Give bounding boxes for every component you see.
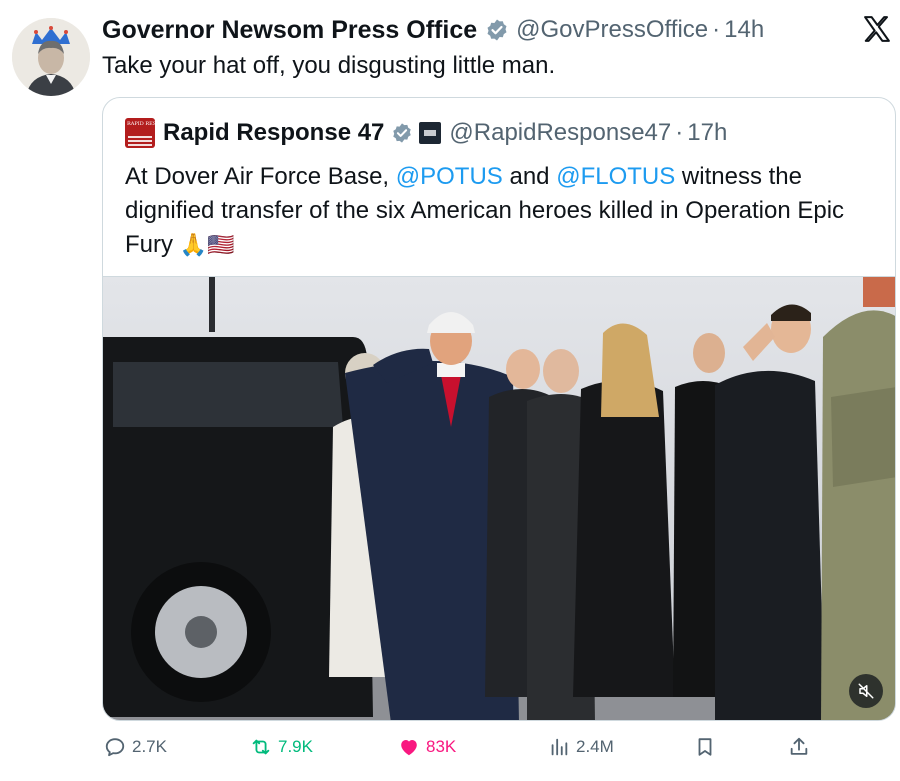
x-logo-icon[interactable] <box>862 14 892 44</box>
reply-icon <box>105 738 125 757</box>
tweet-text: Take your hat off, you disgusting little… <box>102 52 556 79</box>
views-button[interactable]: 2.4M <box>548 732 614 762</box>
views-icon <box>551 738 568 756</box>
quoted-tweet-time[interactable]: 17h <box>687 119 727 147</box>
tweet-action-bar: 2.7K 7.9K 83K 2.4M <box>102 732 896 762</box>
quoted-author-avatar[interactable]: RAPID RESPONSE <box>125 118 155 148</box>
video-media[interactable] <box>103 276 895 720</box>
avatar-portrait-image <box>12 18 90 96</box>
view-count: 2.4M <box>576 737 614 756</box>
like-heart-icon <box>401 739 417 756</box>
verified-badge-icon <box>393 123 412 143</box>
author-name[interactable]: Governor Newsom Press Office <box>102 16 477 45</box>
mention-flotus-link[interactable]: @FLOTUS <box>556 163 675 190</box>
header-separator: · <box>712 16 721 43</box>
reply-button[interactable]: 2.7K <box>104 732 167 762</box>
author-avatar[interactable] <box>12 18 90 96</box>
affiliation-badge-icon[interactable] <box>419 122 442 144</box>
share-icon <box>790 737 808 755</box>
quoted-tweet-card[interactable]: RAPID RESPONSE Rapid Response 47 @RapidR… <box>102 97 896 721</box>
mute-toggle-button[interactable] <box>849 674 883 708</box>
verified-badge-icon <box>487 19 507 41</box>
bookmark-button[interactable] <box>694 732 716 762</box>
share-button[interactable] <box>788 732 810 762</box>
avatar-wordmark: RAPID RESPONSE <box>127 121 155 127</box>
repost-count: 7.9K <box>278 737 313 756</box>
quoted-tweet-header: RAPID RESPONSE Rapid Response 47 @RapidR… <box>125 118 727 148</box>
like-button[interactable]: 83K <box>398 732 456 762</box>
reply-count: 2.7K <box>132 737 167 756</box>
tweet-header: Governor Newsom Press Office @GovPressOf… <box>102 14 764 46</box>
tweet-time[interactable]: 14h <box>724 16 764 44</box>
emoji-pray-flag: 🙏🇺🇸 <box>179 232 235 257</box>
repost-icon <box>252 739 270 755</box>
like-count: 83K <box>426 737 457 756</box>
quoted-author-name[interactable]: Rapid Response 47 <box>163 119 384 147</box>
repost-button[interactable]: 7.9K <box>250 732 313 762</box>
mention-potus-link[interactable]: @POTUS <box>396 163 503 190</box>
quoted-author-handle[interactable]: @RapidResponse47 <box>449 119 671 147</box>
quoted-text-part: and <box>502 163 557 190</box>
quoted-separator: · <box>675 119 684 146</box>
video-thumbnail-image <box>103 277 895 720</box>
quoted-text-part: At Dover Air Force Base, <box>125 163 396 190</box>
muted-speaker-icon <box>858 683 874 699</box>
bookmark-icon <box>698 738 712 756</box>
quoted-tweet-text: At Dover Air Force Base, @POTUS and @FLO… <box>125 160 845 262</box>
author-handle[interactable]: @GovPressOffice <box>516 16 708 44</box>
